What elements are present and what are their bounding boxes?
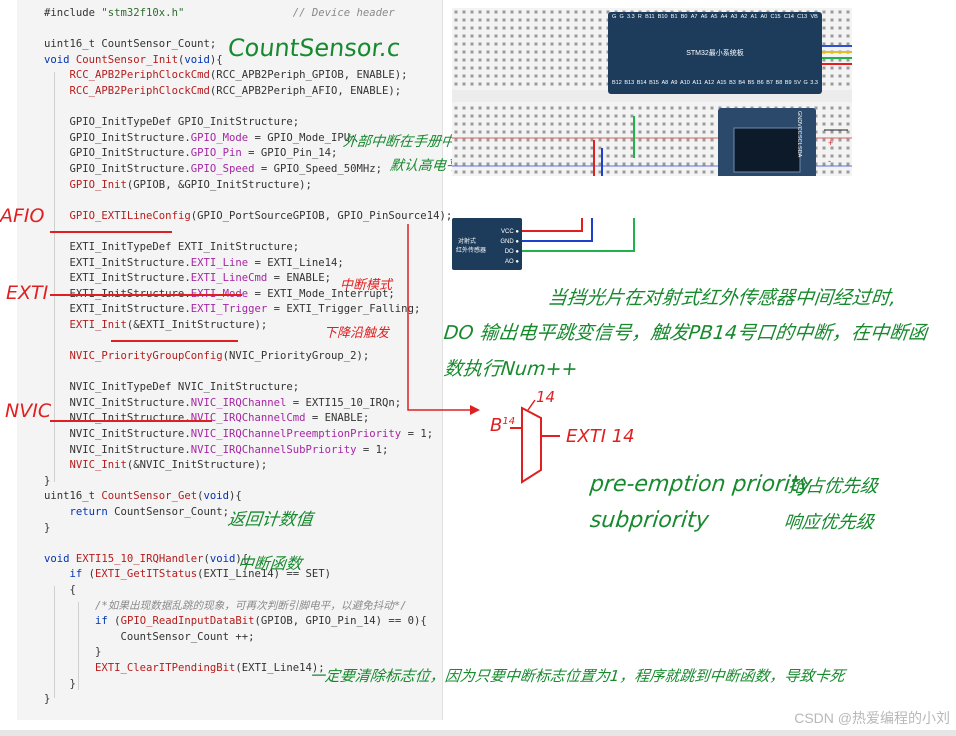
preemption-cn-label: 抢占优先级	[786, 476, 879, 497]
mcu-pin-label: A5	[710, 14, 718, 20]
csdn-watermark: CSDN @热爱编程的小刘	[794, 710, 950, 726]
mcu-pin-label: B13	[624, 80, 635, 86]
mcu-label: STM32最小系统板	[686, 50, 744, 57]
rail-plus-label: +	[828, 138, 834, 148]
mcu-pin-label: B9	[784, 80, 792, 86]
preemption-label: pre-emption priority	[588, 472, 814, 497]
mcu-pin-label: A8	[661, 80, 669, 86]
mux-input-label: B14	[490, 415, 515, 436]
bottom-scrollbar[interactable]	[0, 730, 956, 736]
mcu-pin-label: 5V	[794, 80, 801, 86]
mcu-pin-label: A6	[700, 14, 708, 20]
mcu-pin-label: B6	[756, 80, 764, 86]
mux-input-sup: 14	[502, 416, 516, 427]
mcu-pin-label: A9	[670, 80, 678, 86]
mcu-pin-label: 3.3	[810, 80, 818, 86]
ir-sensor-module: 对射式 红外传感器 VCC ● GND ● DO ● AO ●	[452, 218, 522, 270]
mcu-pin-label: A4	[720, 14, 728, 20]
mcu-pin-label: C15	[770, 14, 781, 20]
clear-flag-note: 一定要清除标志位，因为只要中断标志位置为1，程序就跳到中断函数，导致卡死	[309, 667, 846, 685]
sensor-pin-label: DO ●	[504, 249, 519, 255]
mcu-pin-label: A2	[740, 14, 748, 20]
arrow-head	[470, 405, 480, 415]
oled-label: OLED显示屏	[746, 188, 788, 195]
subpriority-cn-label: 响应优先级	[782, 512, 875, 533]
mcu-pin-label: A10	[680, 80, 690, 86]
oled-pin-label: GND	[796, 111, 802, 124]
sensor-label-2: 红外传感器	[456, 248, 487, 254]
mcu-pin-label: B8	[775, 80, 783, 86]
mcu-pin-label: VB	[810, 14, 818, 20]
sensor-pin-label: VCC ●	[501, 229, 519, 235]
mcu-top-pins: G G 3.3 R B11 B10 B1 B0 A7 A6 A5 A4 A3 A2 A1 A0 C15 C14 C1…	[612, 14, 818, 20]
mcu-pin-label: G	[619, 14, 624, 20]
mux-output-label: EXTI 14	[566, 426, 635, 447]
mcu-pin-label: B15	[649, 80, 659, 86]
subpriority-label: subpriority	[588, 508, 711, 533]
mcu-pin-label: A7	[690, 14, 698, 20]
sensor-pin-label: GND ●	[500, 239, 519, 245]
mcu-pin-label: A3	[730, 14, 738, 20]
mcu-pin-label: A11	[692, 80, 702, 86]
sensor-pins: VCC ● GND ● DO ● AO ●	[500, 227, 519, 267]
sensor-wires	[522, 218, 635, 252]
mcu-pin-label: A15	[716, 80, 727, 86]
mcu-pin-label: A1	[750, 14, 758, 20]
mcu-pin-label: C14	[783, 14, 794, 20]
mcu-pin-label: B4	[738, 80, 746, 86]
mcu-pin-label: R	[637, 14, 642, 20]
mcu-bottom-pins: B12 B13 B14 B15 A8 A9 A10 A11 A12 A15 B3 B4 B5 B6 B7 B8…	[612, 80, 818, 86]
mux-input-letter: B	[490, 415, 503, 436]
mcu-pin-label: B12	[612, 80, 622, 86]
rail-minus-label: -	[828, 156, 831, 166]
oled-pin-label: SDA	[796, 145, 802, 157]
sensor-label-1: 对射式	[458, 239, 477, 245]
wire-green-sensor	[522, 218, 635, 252]
oled-pins: GND VCC SCL SDA	[742, 111, 802, 157]
wire-red-sensor	[522, 218, 583, 232]
breadboard-diagram: G G 3.3 R B11 B10 B1 B0 A7 A6 A5 A4 A3 A2 A1 A0 C15 C14 C1…	[452, 8, 852, 200]
mcu-pin-label: B3	[729, 80, 736, 86]
mcu-pin-label: B11	[645, 14, 655, 20]
oled-pin-label: VCC	[796, 123, 802, 135]
mcu-pin-label: G	[803, 80, 808, 86]
mcu-pin-label: 3.3	[627, 14, 635, 20]
mcu-pin-label: B7	[766, 80, 773, 86]
mcu-pin-label: B1	[670, 14, 678, 20]
oled-pin-label: SCL	[796, 134, 802, 146]
mux-top-label: 14	[536, 388, 556, 406]
mcu-pin-label: B0	[680, 14, 688, 20]
mux-trapezoid	[521, 406, 542, 484]
mcu-pin-label: G	[612, 14, 617, 20]
mcu-pin-label: A0	[760, 14, 768, 20]
mcu-pin-label: B10	[657, 14, 668, 20]
mcu-pin-label: B14	[636, 80, 647, 86]
mcu-pin-label: A12	[704, 80, 715, 86]
mcu-pin-label: B5	[747, 80, 755, 86]
mcu-pin-label: C13	[797, 14, 808, 20]
sensor-pin-label: AO ●	[505, 259, 519, 265]
mux-select-line	[527, 399, 536, 411]
